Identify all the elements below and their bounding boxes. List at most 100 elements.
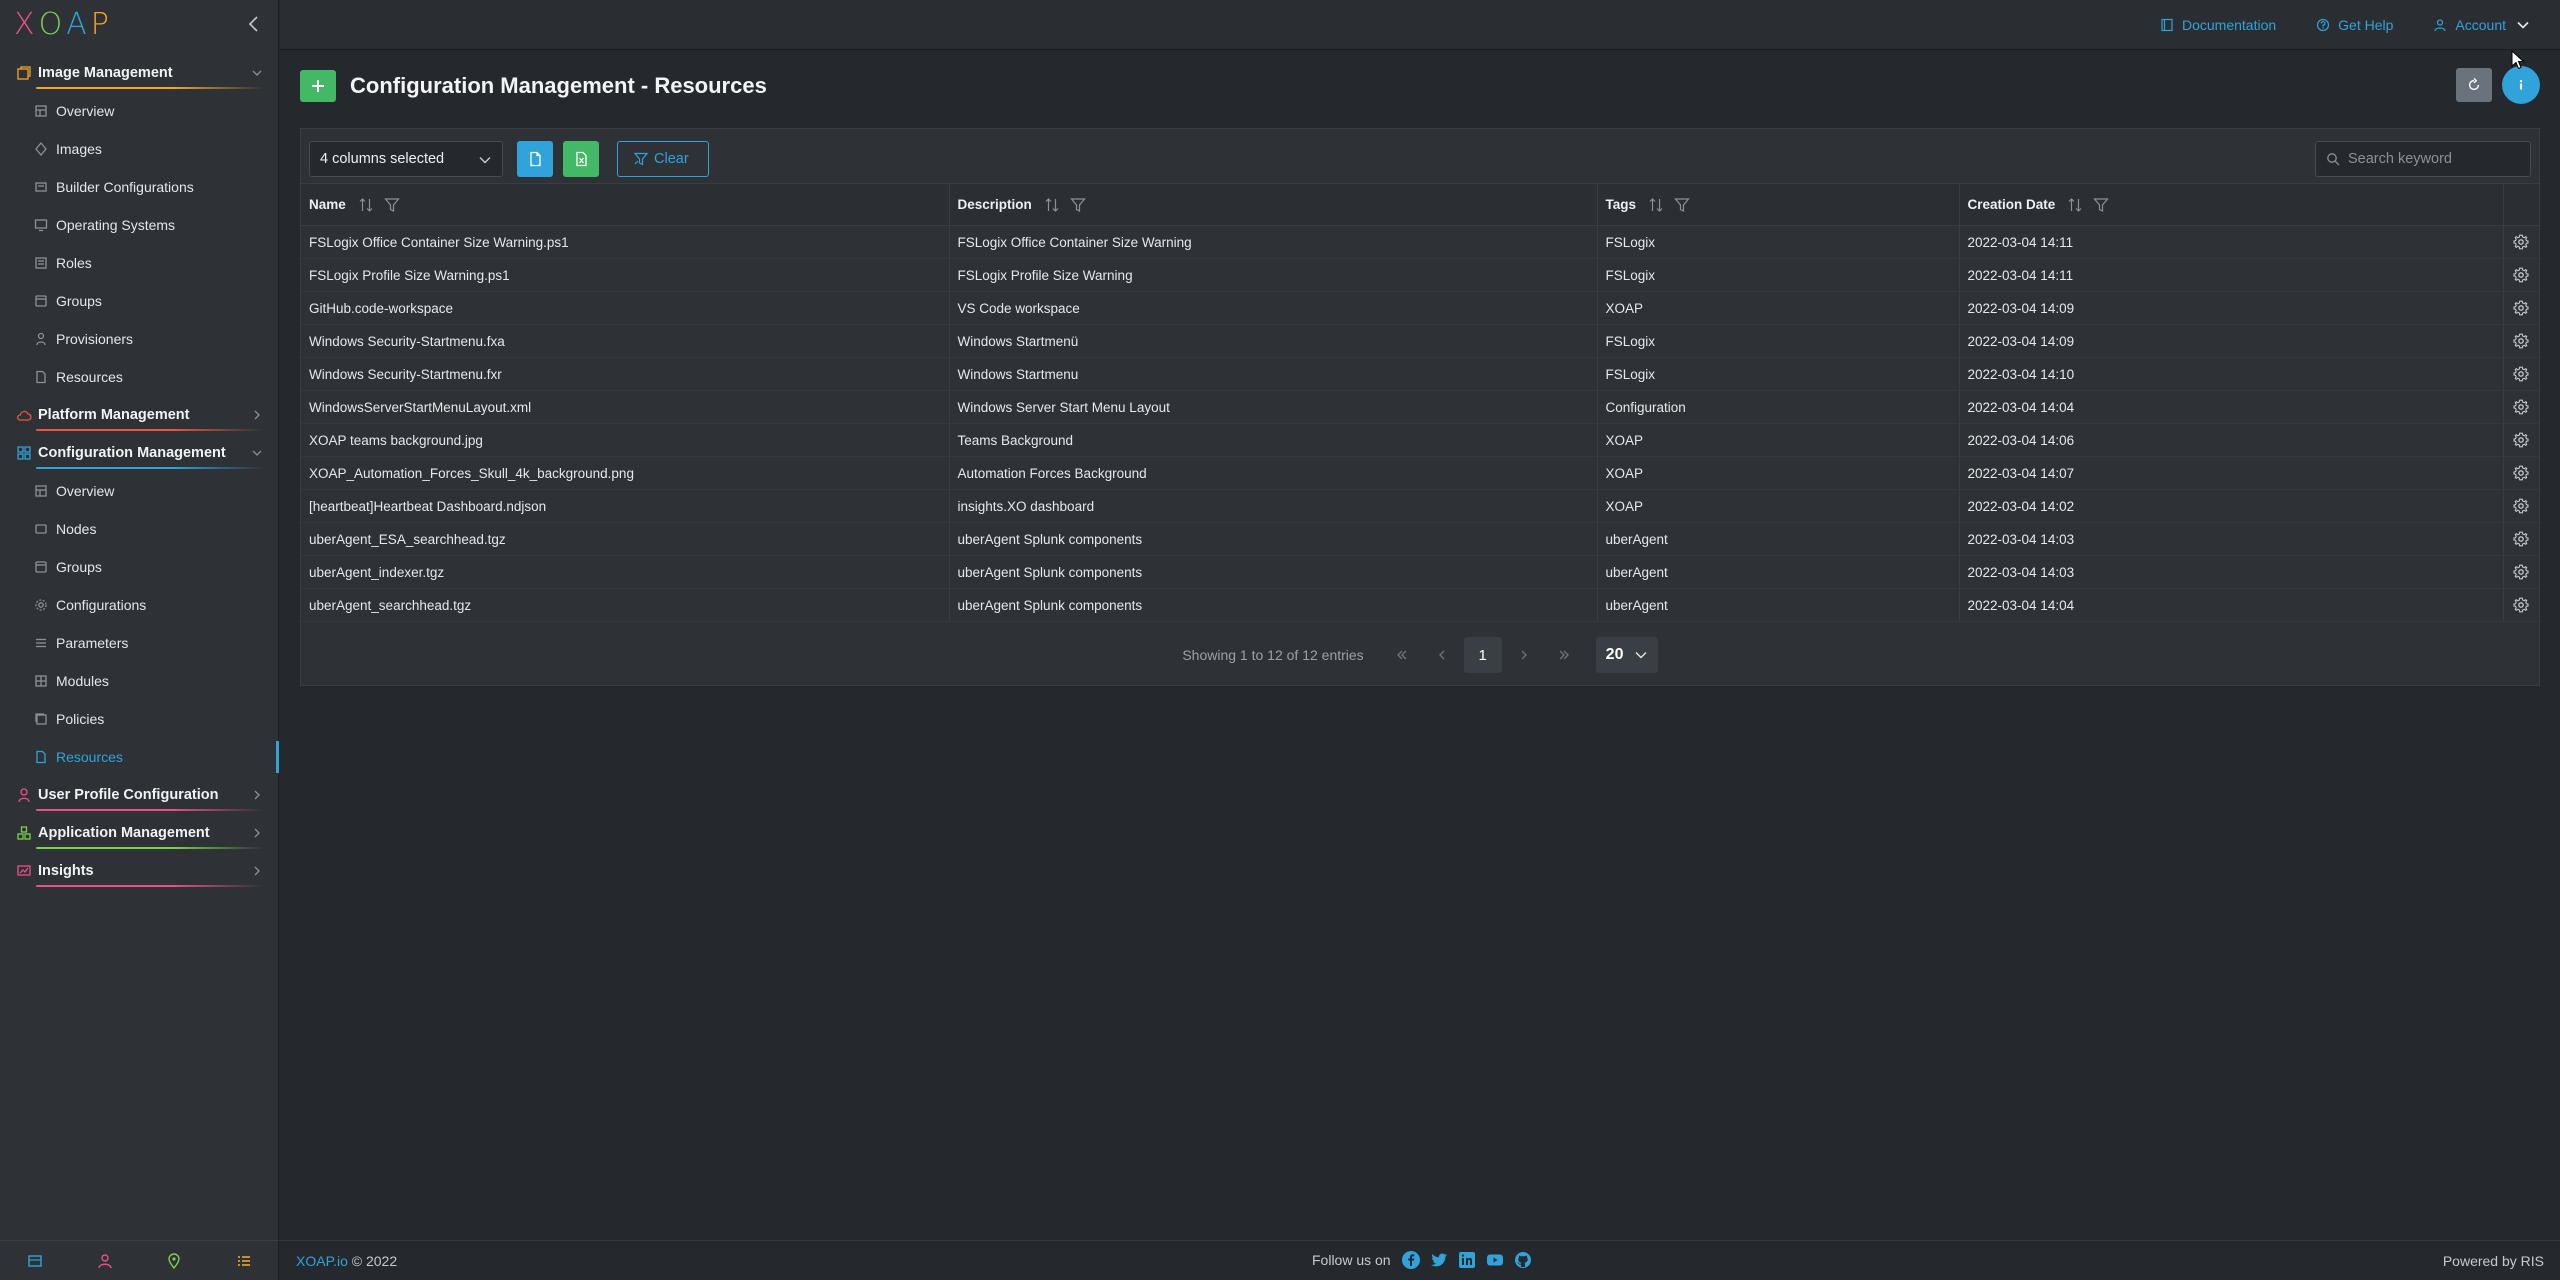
row-actions-button[interactable] [2503, 588, 2539, 622]
gear-icon[interactable] [2513, 597, 2529, 613]
column-header-creation-date[interactable]: Creation Date [1959, 183, 2504, 226]
sidebar-item-overview[interactable]: Overview [0, 472, 279, 510]
sort-icon[interactable] [1648, 197, 1664, 213]
table-row[interactable]: XOAP teams background.jpg Teams Backgroun… [301, 423, 2539, 457]
row-actions-button[interactable] [2503, 390, 2539, 424]
search-input[interactable] [2348, 151, 2518, 167]
filter-icon[interactable] [2093, 197, 2110, 213]
sidebar-item-nodes[interactable]: Nodes [0, 510, 279, 548]
sidebar-item-operating-systems[interactable]: Operating Systems [0, 206, 279, 244]
row-actions-button[interactable] [2503, 291, 2539, 325]
next-page-button[interactable] [1504, 637, 1544, 673]
row-actions-button[interactable] [2503, 423, 2539, 457]
columns-select[interactable]: 4 columns selected [309, 141, 503, 177]
documentation-link[interactable]: Documentation [2160, 17, 2276, 33]
row-actions-button[interactable] [2503, 456, 2539, 490]
page-number-current[interactable]: 1 [1463, 637, 1502, 673]
gear-icon[interactable] [2513, 465, 2529, 481]
sidebar-item-groups[interactable]: Groups [0, 548, 279, 586]
sidebar-item-parameters[interactable]: Parameters [0, 624, 279, 662]
user-shortcut-icon[interactable] [97, 1253, 113, 1269]
row-actions-button[interactable] [2503, 555, 2539, 589]
xoap-link[interactable]: XOAP.io [296, 1253, 348, 1269]
sort-icon[interactable] [2067, 197, 2083, 213]
sidebar-section-configuration-management[interactable]: Configuration Management [0, 434, 279, 472]
prev-page-button[interactable] [1422, 637, 1462, 673]
sidebar-section-platform-management[interactable]: Platform Management [0, 396, 279, 434]
table-row[interactable]: GitHub.code-workspace VS Code workspace XO… [301, 291, 2539, 325]
first-page-button[interactable] [1382, 637, 1422, 673]
table-row[interactable]: [heartbeat]Heartbeat Dashboard.ndjson ins… [301, 489, 2539, 523]
gear-icon[interactable] [2513, 432, 2529, 448]
row-actions-button[interactable] [2503, 324, 2539, 358]
sidebar-item-images[interactable]: Images [0, 130, 279, 168]
account-menu[interactable]: Account [2433, 17, 2530, 33]
row-actions-button[interactable] [2503, 258, 2539, 292]
last-page-button[interactable] [1544, 637, 1584, 673]
sidebar-section-image-management[interactable]: Image Management [0, 54, 279, 92]
table-row[interactable]: WindowsServerStartMenuLayout.xml Windows … [301, 390, 2539, 424]
table-row[interactable]: FSLogix Office Container Size Warning.ps… [301, 225, 2539, 259]
refresh-button[interactable] [2456, 68, 2492, 102]
column-header-description[interactable]: Description [949, 183, 1598, 226]
image-management-shortcut-icon[interactable] [27, 1253, 43, 1269]
export-excel-button[interactable] [563, 141, 599, 177]
gear-icon[interactable] [2513, 498, 2529, 514]
sidebar-item-policies[interactable]: Policies [0, 700, 279, 738]
sidebar-item-modules[interactable]: Modules [0, 662, 279, 700]
list-shortcut-icon[interactable] [236, 1253, 252, 1269]
sort-icon[interactable] [1044, 197, 1060, 213]
gear-icon[interactable] [2513, 234, 2529, 250]
table-row[interactable]: uberAgent_ESA_searchhead.tgz uberAgent Sp… [301, 522, 2539, 556]
filter-icon[interactable] [1674, 197, 1690, 213]
table-row[interactable]: uberAgent_indexer.tgz uberAgent Splunk co… [301, 555, 2539, 589]
filter-icon[interactable] [1069, 197, 1086, 213]
sidebar-section-insights[interactable]: Insights [0, 852, 279, 890]
gear-icon[interactable] [2513, 564, 2529, 580]
linkedin-icon[interactable] [1457, 1250, 1477, 1270]
twitter-icon[interactable] [1429, 1250, 1449, 1270]
sidebar-item-configurations[interactable]: Configurations [0, 586, 279, 624]
get-help-link[interactable]: Get Help [2316, 17, 2393, 33]
sidebar-section-application-management[interactable]: Application Management [0, 814, 279, 852]
sidebar-section-user-profile-configuration[interactable]: User Profile Configuration [0, 776, 279, 814]
row-actions-button[interactable] [2503, 522, 2539, 556]
gear-icon[interactable] [2513, 366, 2529, 382]
column-header-tags[interactable]: Tags [1597, 183, 1960, 226]
column-header-name[interactable]: Name [301, 183, 950, 226]
sort-icon[interactable] [358, 197, 374, 213]
row-actions-button[interactable] [2503, 489, 2539, 523]
clear-filters-button[interactable]: Clear [617, 141, 709, 177]
gear-icon[interactable] [2513, 531, 2529, 547]
export-csv-button[interactable] [517, 141, 553, 177]
table-row[interactable]: XOAP_Automation_Forces_Skull_4k_backgrou… [301, 456, 2539, 490]
gear-icon[interactable] [2513, 267, 2529, 283]
image-stack-icon [17, 66, 31, 80]
collapse-sidebar-button[interactable] [244, 14, 264, 34]
table-row[interactable]: Windows Security-Startmenu.fxa Windows St… [301, 324, 2539, 358]
sidebar-item-resources[interactable]: Resources [0, 738, 279, 776]
row-actions-button[interactable] [2503, 225, 2539, 259]
gear-icon[interactable] [2513, 333, 2529, 349]
sidebar-item-provisioners[interactable]: Provisioners [0, 320, 279, 358]
page-size-select[interactable]: 20 [1595, 637, 1658, 673]
sidebar-item-overview[interactable]: Overview [0, 92, 279, 130]
filter-icon[interactable] [384, 197, 400, 213]
youtube-icon[interactable] [1485, 1250, 1505, 1270]
sidebar-item-builder-configurations[interactable]: Builder Configurations [0, 168, 279, 206]
row-actions-button[interactable] [2503, 357, 2539, 391]
table-row[interactable]: uberAgent_searchhead.tgz uberAgent Splunk… [301, 588, 2539, 622]
sidebar-item-groups[interactable]: Groups [0, 282, 279, 320]
gear-icon[interactable] [2513, 300, 2529, 316]
table-row[interactable]: FSLogix Profile Size Warning.ps1 FSLogix … [301, 258, 2539, 292]
facebook-icon[interactable] [1401, 1250, 1421, 1270]
add-resource-button[interactable] [300, 70, 336, 102]
info-button[interactable] [2502, 66, 2540, 104]
xoap-logo[interactable]: XOAP [14, 10, 114, 40]
sidebar-item-roles[interactable]: Roles [0, 244, 279, 282]
github-icon[interactable] [1513, 1250, 1533, 1270]
table-row[interactable]: Windows Security-Startmenu.fxr Windows St… [301, 357, 2539, 391]
location-shortcut-icon[interactable] [166, 1252, 182, 1269]
gear-icon[interactable] [2513, 399, 2529, 415]
sidebar-item-resources[interactable]: Resources [0, 358, 279, 396]
